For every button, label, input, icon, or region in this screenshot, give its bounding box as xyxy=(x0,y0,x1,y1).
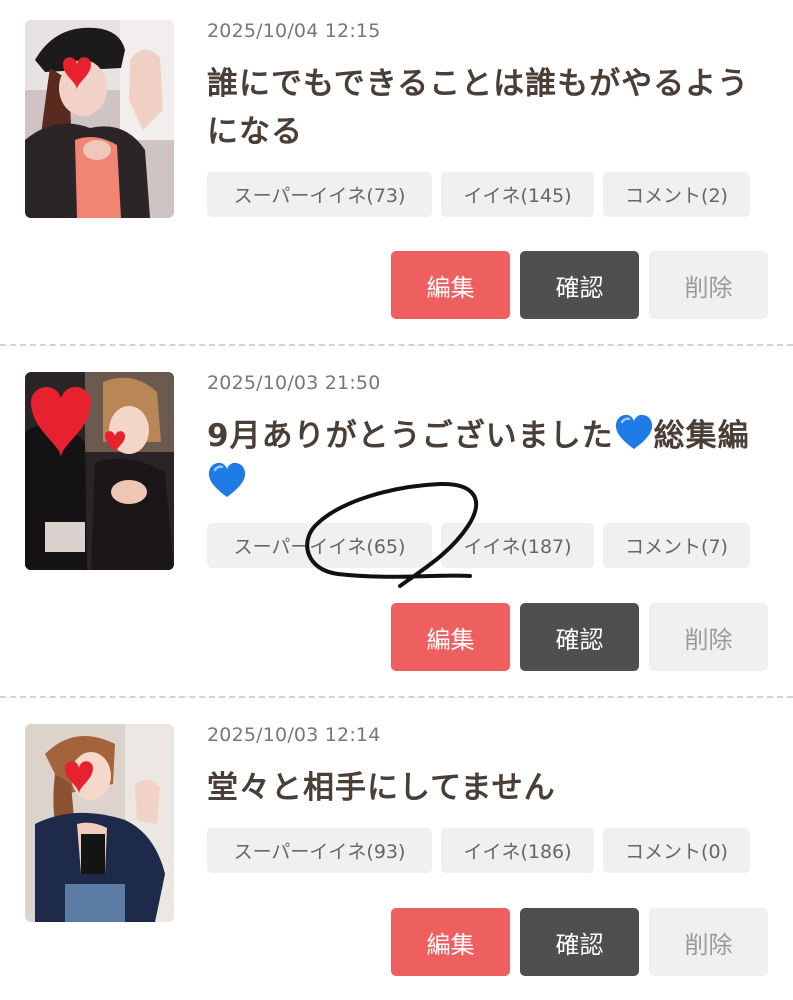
post-item[interactable]: 2025/10/03 21:50 9月ありがとうございました 総集編 スーパーイイ… xyxy=(0,372,793,672)
delete-button[interactable]: 削除 xyxy=(649,603,768,671)
post-date: 2025/10/03 21:50 xyxy=(207,372,381,394)
post-item[interactable]: 2025/10/04 12:15 誰にでもできることは誰もがやるようになる スー… xyxy=(0,20,793,320)
post-stats: スーパーイイネ(93) イイネ(186) コメント(0) xyxy=(207,828,750,873)
post-stats: スーパーイイネ(73) イイネ(145) コメント(2) xyxy=(207,172,750,217)
post-title-text: 9月ありがとうございました xyxy=(207,418,614,454)
post-item[interactable]: 2025/10/03 12:14 堂々と相手にしてません スーパーイイネ(93)… xyxy=(0,724,793,1000)
edit-button[interactable]: 編集 xyxy=(391,251,510,319)
post-thumbnail[interactable] xyxy=(25,20,174,218)
post-title[interactable]: 9月ありがとうございました 総集編 xyxy=(207,412,762,508)
delete-button[interactable]: 削除 xyxy=(649,251,768,319)
like-count[interactable]: イイネ(186) xyxy=(441,828,594,873)
post-actions: 編集 確認 削除 xyxy=(391,603,768,671)
post-date: 2025/10/03 12:14 xyxy=(207,724,381,746)
post-thumbnail[interactable] xyxy=(25,724,174,922)
blue-heart-icon xyxy=(208,462,246,497)
super-like-count[interactable]: スーパーイイネ(93) xyxy=(207,828,432,873)
post-thumbnail[interactable] xyxy=(25,372,174,570)
post-divider xyxy=(0,344,793,346)
thumbnail-image xyxy=(25,372,174,570)
thumbnail-image xyxy=(25,724,174,922)
like-count[interactable]: イイネ(145) xyxy=(441,172,594,217)
comment-count[interactable]: コメント(7) xyxy=(603,523,750,568)
like-count[interactable]: イイネ(187) xyxy=(441,523,594,568)
post-date: 2025/10/04 12:15 xyxy=(207,20,381,42)
super-like-count[interactable]: スーパーイイネ(65) xyxy=(207,523,432,568)
edit-button[interactable]: 編集 xyxy=(391,603,510,671)
post-title[interactable]: 堂々と相手にしてません xyxy=(207,764,762,812)
comment-count[interactable]: コメント(2) xyxy=(603,172,750,217)
post-title[interactable]: 誰にでもできることは誰もがやるようになる xyxy=(207,60,762,156)
edit-button[interactable]: 編集 xyxy=(391,908,510,976)
confirm-button[interactable]: 確認 xyxy=(520,908,639,976)
confirm-button[interactable]: 確認 xyxy=(520,603,639,671)
confirm-button[interactable]: 確認 xyxy=(520,251,639,319)
post-divider xyxy=(0,696,793,698)
delete-button[interactable]: 削除 xyxy=(649,908,768,976)
super-like-count[interactable]: スーパーイイネ(73) xyxy=(207,172,432,217)
post-actions: 編集 確認 削除 xyxy=(391,251,768,319)
comment-count[interactable]: コメント(0) xyxy=(603,828,750,873)
post-actions: 編集 確認 削除 xyxy=(391,908,768,976)
post-title-text: 総集編 xyxy=(653,418,750,454)
blue-heart-icon xyxy=(615,414,652,449)
post-stats: スーパーイイネ(65) イイネ(187) コメント(7) xyxy=(207,523,750,568)
post-list: 2025/10/04 12:15 誰にでもできることは誰もがやるようになる スー… xyxy=(0,0,793,1000)
thumbnail-image xyxy=(25,20,174,218)
